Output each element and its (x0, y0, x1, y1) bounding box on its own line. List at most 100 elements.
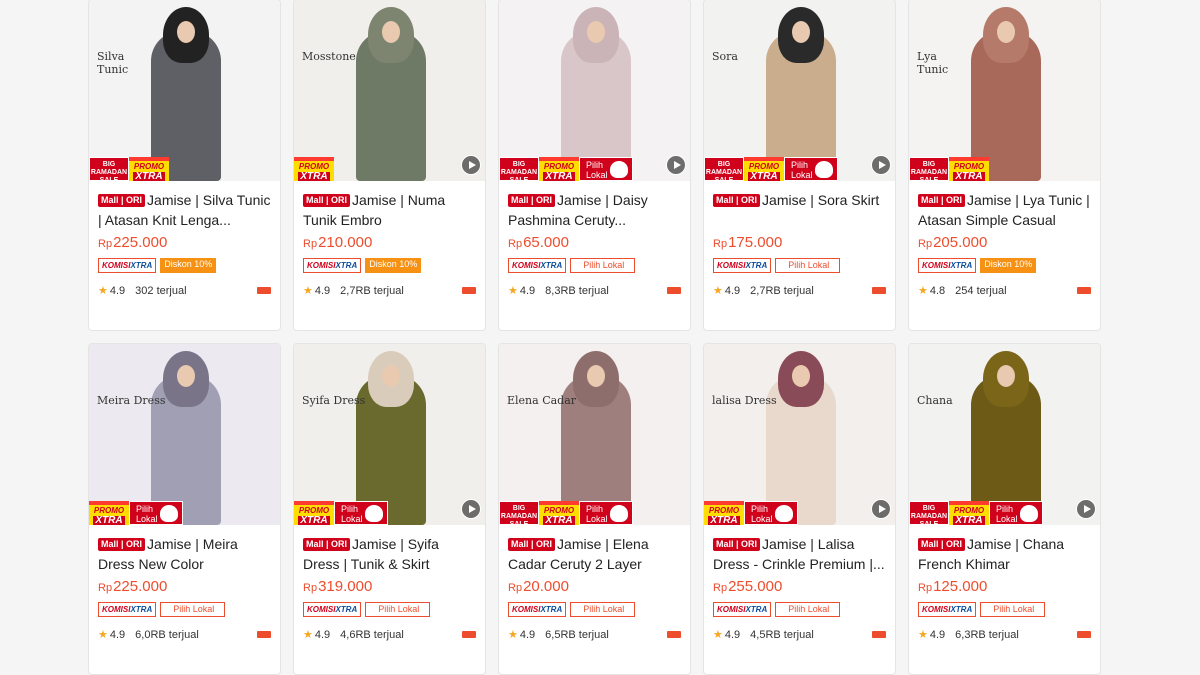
product-info: Mall | ORI Jamise | Meira Dress New Color… (89, 525, 280, 641)
product-title[interactable]: Mall | ORI Jamise | Elena Cadar Ceruty 2 … (508, 534, 681, 574)
komisi-xtra-tag: KOMISIXTRA (713, 602, 772, 617)
product-meta: ★ 4.9 2,7RB terjual (713, 284, 886, 297)
product-tags: KOMISIXTRA Diskon 10% (918, 258, 1091, 273)
product-title[interactable]: Mall | ORI Jamise | Syifa Dress | Tunik &… (303, 534, 476, 574)
pilih-lokal-badge: Pilih Lokal (579, 157, 633, 181)
product-rating: 4.9 (519, 628, 536, 641)
komisi-xtra-tag: KOMISIXTRA (713, 258, 772, 273)
komisi-xtra-tag: KOMISIXTRA (918, 602, 977, 617)
product-card[interactable]: lalisa Dress PROMO XTRA Pilih Lokal Mall | O… (703, 343, 896, 675)
star-icon: ★ (508, 629, 518, 641)
promo-xtra-badge: PROMO XTRA (949, 501, 989, 525)
sold-count: 2,7RB terjual (750, 284, 814, 297)
mall-ori-badge: Mall | ORI (98, 194, 146, 207)
cod-icon (667, 631, 681, 638)
big-ramadan-sale-badge: BIG RAMADAN SALE (499, 157, 539, 181)
product-card[interactable]: Meira Dress PROMO XTRA Pilih Lokal Mall | OR… (88, 343, 281, 675)
image-caption: Elena Cadar (507, 394, 577, 407)
promo-badges: BIG RAMADAN SALE PROMO XTRA (89, 157, 169, 181)
cod-icon (1077, 287, 1091, 294)
product-title[interactable]: Mall | ORI Jamise | Sora Skirt (713, 190, 886, 230)
play-video-icon[interactable] (871, 155, 891, 175)
product-price: Rp175.000 (713, 234, 783, 251)
product-price: Rp225.000 (98, 578, 168, 595)
product-image[interactable]: Mosstone PROMO XTRA (294, 0, 485, 181)
promo-xtra-badge: PROMO XTRA (294, 501, 334, 525)
heart-icon (160, 505, 178, 522)
product-image[interactable]: Chana BIG RAMADAN SALE PROMO XTRA Pilih Loka… (909, 344, 1100, 525)
product-meta: ★ 4.9 4,6RB terjual (303, 628, 476, 641)
product-card[interactable]: Elena Cadar BIG RAMADAN SALE PROMO XTRA Pili… (498, 343, 691, 675)
product-image[interactable]: Meira Dress PROMO XTRA Pilih Lokal (89, 344, 280, 525)
product-tags: KOMISIXTRA Diskon 10% (98, 258, 271, 273)
komisi-xtra-tag: KOMISIXTRA (508, 258, 567, 273)
product-title-text: Jamise | Sora Skirt (762, 192, 880, 208)
pilih-lokal-tag: Pilih Lokal (570, 258, 636, 273)
star-icon: ★ (918, 285, 928, 297)
product-image[interactable]: Silva Tunic BIG RAMADAN SALE PROMO XTRA (89, 0, 280, 181)
product-tags: KOMISIXTRA Pilih Lokal (303, 602, 476, 617)
big-ramadan-sale-badge: BIG RAMADAN SALE (909, 501, 949, 525)
product-title[interactable]: Mall | ORI Jamise | Meira Dress New Color (98, 534, 271, 574)
heart-icon (815, 161, 833, 178)
komisi-xtra-tag: KOMISIXTRA (98, 602, 157, 617)
mall-ori-badge: Mall | ORI (98, 538, 146, 551)
product-title[interactable]: Mall | ORI Jamise | Silva Tunic | Atasan … (98, 190, 271, 230)
product-title[interactable]: Mall | ORI Jamise | Lya Tunic | Atasan Si… (918, 190, 1091, 230)
mall-ori-badge: Mall | ORI (303, 538, 351, 551)
promo-xtra-badge: PROMO XTRA (294, 157, 334, 181)
product-card[interactable]: BIG RAMADAN SALE PROMO XTRA Pilih Lokal Mall… (498, 0, 691, 331)
product-title[interactable]: Mall | ORI Jamise | Daisy Pashmina Ceruty… (508, 190, 681, 230)
product-image[interactable]: Elena Cadar BIG RAMADAN SALE PROMO XTRA Pili… (499, 344, 690, 525)
cod-icon (872, 631, 886, 638)
product-image[interactable]: lalisa Dress PROMO XTRA Pilih Lokal (704, 344, 895, 525)
komisi-xtra-tag: KOMISIXTRA (98, 258, 157, 273)
product-image[interactable]: Sora BIG RAMADAN SALE PROMO XTRA Pilih Lokal (704, 0, 895, 181)
model-face (382, 21, 400, 43)
sold-count: 302 terjual (135, 284, 187, 297)
product-price: Rp210.000 (303, 234, 373, 251)
cod-icon (1077, 631, 1091, 638)
product-tags: KOMISIXTRA Pilih Lokal (713, 258, 886, 273)
play-video-icon[interactable] (871, 499, 891, 519)
play-video-icon[interactable] (461, 499, 481, 519)
product-title[interactable]: Mall | ORI Jamise | Chana French Khimar (918, 534, 1091, 574)
product-card[interactable]: Syifa Dress PROMO XTRA Pilih Lokal Mall | OR… (293, 343, 486, 675)
product-price: Rp255.000 (713, 578, 783, 595)
star-icon: ★ (508, 285, 518, 297)
komisi-xtra-tag: KOMISIXTRA (508, 602, 567, 617)
komisi-xtra-tag: KOMISIXTRA (918, 258, 977, 273)
play-video-icon[interactable] (461, 155, 481, 175)
play-video-icon[interactable] (666, 155, 686, 175)
discount-tag: Diskon 10% (160, 258, 217, 273)
product-card[interactable]: Sora BIG RAMADAN SALE PROMO XTRA Pilih Lokal… (703, 0, 896, 331)
product-title[interactable]: Mall | ORI Jamise | Numa Tunik Embro (303, 190, 476, 230)
sold-count: 8,3RB terjual (545, 284, 609, 297)
promo-badges: BIG RAMADAN SALE PROMO XTRA (909, 157, 989, 181)
product-title[interactable]: Mall | ORI Jamise | Lalisa Dress - Crinkl… (713, 534, 886, 574)
komisi-xtra-tag: KOMISIXTRA (303, 258, 362, 273)
big-ramadan-sale-badge: BIG RAMADAN SALE (704, 157, 744, 181)
mall-ori-badge: Mall | ORI (713, 538, 761, 551)
mall-ori-badge: Mall | ORI (508, 538, 556, 551)
sold-count: 6,0RB terjual (135, 628, 199, 641)
sold-count: 254 terjual (955, 284, 1007, 297)
product-rating: 4.9 (724, 628, 741, 641)
pilih-lokal-badge: Pilih Lokal (334, 501, 388, 525)
product-image[interactable]: Syifa Dress PROMO XTRA Pilih Lokal (294, 344, 485, 525)
cod-icon (667, 287, 681, 294)
model-face (177, 365, 195, 387)
model-face (792, 21, 810, 43)
product-image[interactable]: BIG RAMADAN SALE PROMO XTRA Pilih Lokal (499, 0, 690, 181)
model-face (587, 365, 605, 387)
image-caption: Mosstone (302, 50, 356, 63)
product-card[interactable]: Lya Tunic BIG RAMADAN SALE PROMO XTRA Mall |… (908, 0, 1101, 331)
product-price: Rp319.000 (303, 578, 373, 595)
product-card[interactable]: Silva Tunic BIG RAMADAN SALE PROMO XTRA Mall… (88, 0, 281, 331)
play-video-icon[interactable] (1076, 499, 1096, 519)
product-info: Mall | ORI Jamise | Elena Cadar Ceruty 2 … (499, 525, 690, 641)
product-card[interactable]: Mosstone PROMO XTRA Mall | ORI Jamise | Numa… (293, 0, 486, 331)
promo-xtra-badge: PROMO XTRA (129, 157, 169, 181)
product-card[interactable]: Chana BIG RAMADAN SALE PROMO XTRA Pilih Loka… (908, 343, 1101, 675)
product-image[interactable]: Lya Tunic BIG RAMADAN SALE PROMO XTRA (909, 0, 1100, 181)
